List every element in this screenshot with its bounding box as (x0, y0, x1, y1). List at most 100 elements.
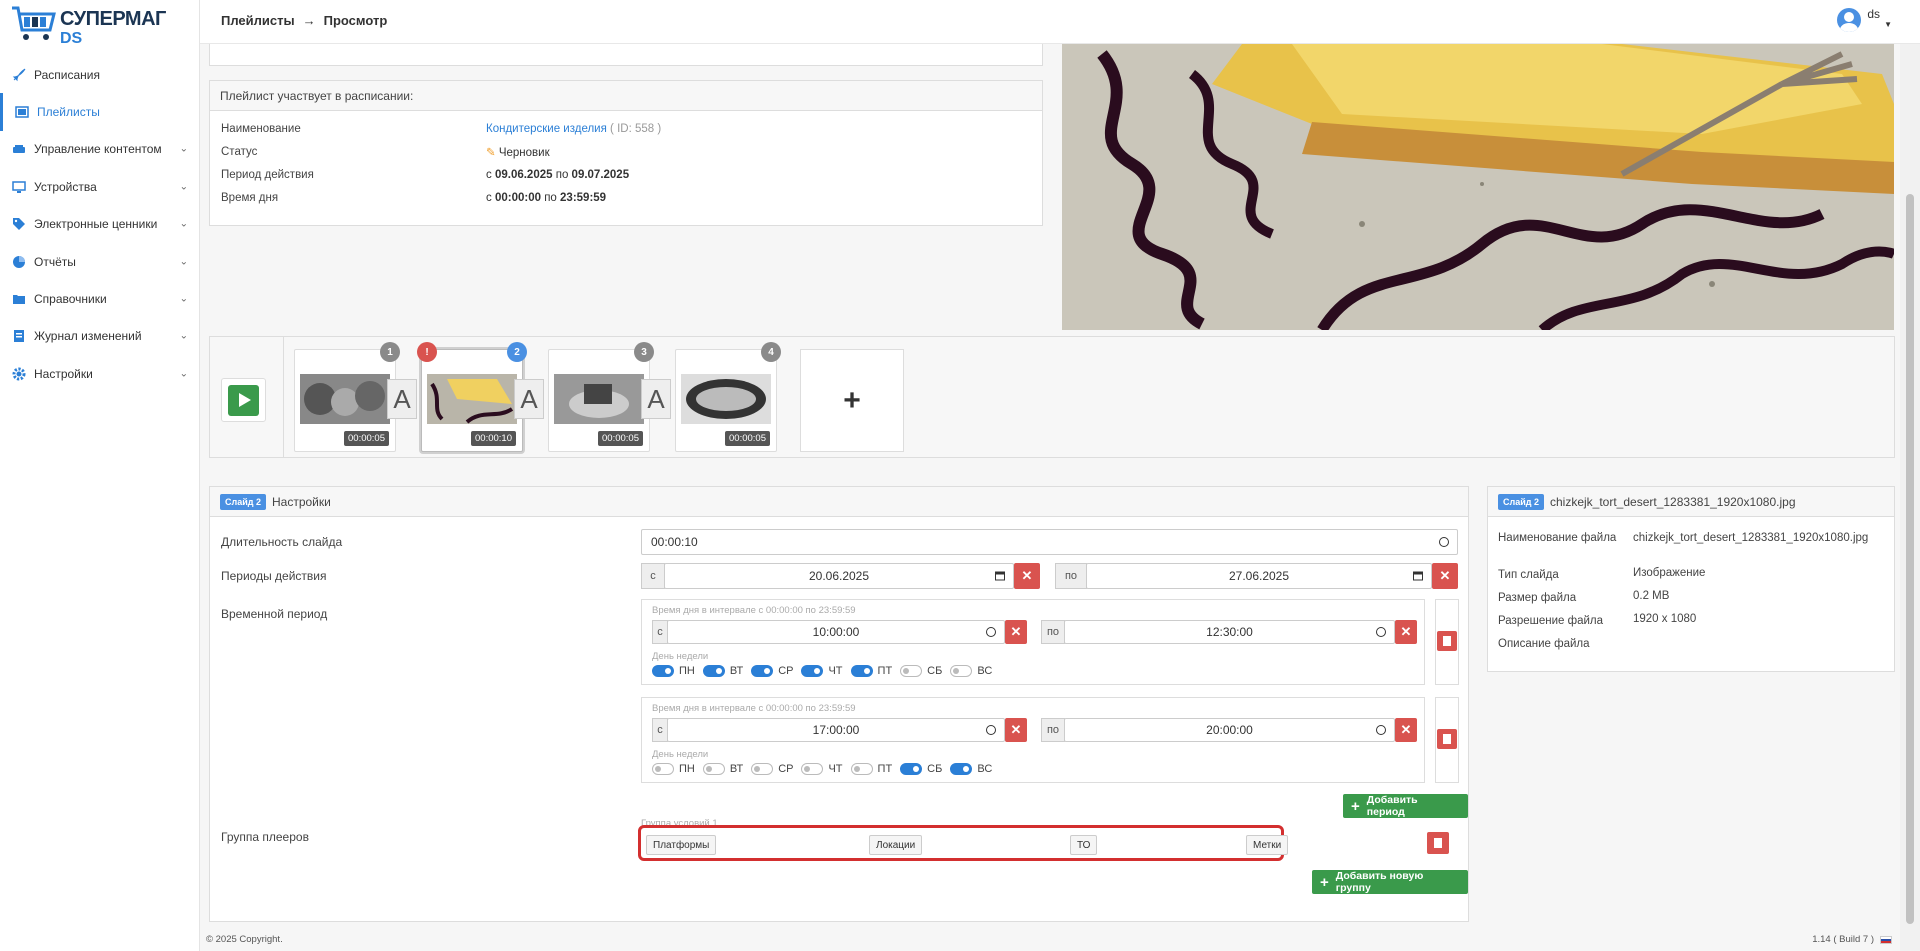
sidebar-item-schedules[interactable]: Расписания (0, 56, 200, 93)
toggle-switch[interactable] (900, 665, 923, 677)
toggle-switch[interactable] (801, 665, 824, 677)
time-to-input[interactable]: 20:00:00 (1064, 718, 1395, 742)
time-to-value: 12:30:00 (1206, 625, 1253, 639)
time-from-addon: с (652, 718, 668, 742)
transition-icon[interactable]: A (387, 379, 417, 419)
sidebar-item-price-tags[interactable]: Электронные ценники ⌄ (0, 206, 200, 243)
chip-platforms[interactable]: Платформы (646, 835, 717, 855)
scrollbar[interactable] (1900, 44, 1920, 951)
calendar-icon[interactable] (1413, 571, 1423, 581)
sidebar-item-devices[interactable]: Устройства ⌄ (0, 168, 200, 205)
toggle-switch[interactable] (702, 763, 725, 775)
toggle-switch[interactable] (900, 763, 923, 775)
clear-time-from-button[interactable]: ✕ (1005, 718, 1027, 742)
breadcrumb-playlists[interactable]: Плейлисты (221, 13, 295, 28)
time-from: 00:00:00 (494, 191, 541, 204)
sidebar-item-playlists[interactable]: Плейлисты (0, 93, 200, 131)
transition-icon[interactable]: A (514, 379, 544, 419)
time-to-addon: по (1041, 620, 1065, 644)
add-period-label: Добавить период (1366, 794, 1418, 818)
arrow-right-icon: → (302, 13, 316, 28)
app-logo[interactable]: СУПЕРМАГ DS (10, 4, 166, 47)
chevron-down-icon: ⌄ (179, 368, 188, 380)
sidebar-item-changelog[interactable]: Журнал изменений ⌄ (0, 318, 200, 355)
slide-thumb-3[interactable]: 00:00:05 3 (548, 342, 654, 452)
delete-period-button[interactable] (1437, 729, 1457, 749)
rocket-icon (12, 68, 26, 81)
day-toggle-thu[interactable]: ЧТ (801, 665, 843, 677)
sidebar-nav: Расписания Плейлисты Управление контенто… (0, 56, 200, 393)
sidebar-item-settings[interactable]: Настройки ⌄ (0, 355, 200, 392)
time-from-prefix: с (486, 191, 492, 204)
day-toggle-sun[interactable]: ВС (950, 763, 992, 775)
toggle-switch[interactable] (950, 665, 973, 677)
toggle-switch[interactable] (652, 665, 674, 677)
logo-subtitle: DS (60, 30, 83, 47)
toggle-switch[interactable] (850, 665, 873, 677)
day-toggle-fri[interactable]: ПТ (850, 763, 893, 775)
add-group-button[interactable]: + Добавить новую группу (1312, 870, 1468, 894)
clear-date-from-button[interactable]: ✕ (1014, 563, 1040, 589)
toggle-switch[interactable] (950, 763, 973, 775)
chip-locations[interactable]: Локации (869, 835, 923, 855)
day-toggle-thu[interactable]: ЧТ (801, 763, 843, 775)
transition-icon[interactable]: A (641, 379, 671, 419)
play-button[interactable] (221, 378, 266, 422)
slide-thumb-1[interactable]: 00:00:05 1 (294, 342, 400, 452)
date-to-input[interactable]: 27.06.2025 (1086, 563, 1432, 589)
toggle-switch[interactable] (751, 763, 774, 775)
schedule-name-link[interactable]: Кондитерские изделия (486, 123, 607, 135)
sidebar-item-reports[interactable]: Отчёты ⌄ (0, 243, 200, 280)
schedule-name-label: Наименование (221, 122, 301, 135)
language-flag-icon[interactable] (1880, 936, 1892, 944)
chip-to[interactable]: ТО (1070, 835, 1098, 855)
day-toggle-tue[interactable]: ВТ (702, 665, 743, 677)
day-label: СБ (927, 665, 943, 677)
add-slide-button[interactable]: + (800, 349, 904, 452)
clear-time-from-button[interactable]: ✕ (1005, 620, 1027, 644)
scrollbar-thumb[interactable] (1906, 194, 1914, 924)
day-toggle-sat[interactable]: СБ (900, 665, 942, 677)
date-from-input[interactable]: 20.06.2025 (664, 563, 1014, 589)
time-from-input[interactable]: 17:00:00 (667, 718, 1005, 742)
day-toggle-sun[interactable]: ВС (950, 665, 992, 677)
user-menu[interactable]: ds ▼ (1837, 7, 1892, 32)
time-from-input[interactable]: 10:00:00 (667, 620, 1005, 644)
day-toggle-sat[interactable]: СБ (900, 763, 942, 775)
toggle-switch[interactable] (652, 763, 674, 775)
clear-time-to-button[interactable]: ✕ (1395, 620, 1417, 644)
toggle-switch[interactable] (751, 665, 774, 677)
toggle-switch[interactable] (702, 665, 725, 677)
slide-type-label: Тип слайда (1498, 569, 1559, 581)
chevron-down-icon: ⌄ (179, 218, 188, 230)
toggle-switch[interactable] (850, 763, 873, 775)
time-to-input[interactable]: 12:30:00 (1064, 620, 1395, 644)
day-toggle-fri[interactable]: ПТ (850, 665, 892, 677)
time-period-hint: Время дня в интервале с 00:00:00 по 23:5… (652, 605, 856, 616)
delete-group-button[interactable] (1427, 832, 1449, 854)
calendar-icon[interactable] (995, 571, 1005, 581)
add-period-button[interactable]: + Добавить период (1343, 794, 1468, 818)
clear-time-to-button[interactable]: ✕ (1395, 718, 1417, 742)
clear-date-to-button[interactable]: ✕ (1432, 563, 1458, 589)
day-toggle-tue[interactable]: ВТ (702, 763, 743, 775)
sidebar-item-content[interactable]: Управление контентом ⌄ (0, 131, 200, 168)
file-info-header: Слайд 2 chizkejk_tort_desert_1283381_192… (1488, 487, 1894, 517)
day-toggle-wed[interactable]: СР (751, 665, 793, 677)
slide-thumbnail (681, 374, 771, 424)
day-toggle-wed[interactable]: СР (751, 763, 793, 775)
day-toggle-mon[interactable]: ПН (652, 665, 695, 677)
slide-number-badge: 2 (507, 342, 527, 362)
day-label: СР (778, 665, 794, 677)
delete-period-button[interactable] (1437, 631, 1457, 651)
slide-thumb-4[interactable]: 00:00:05 4 (675, 342, 781, 452)
day-toggle-mon[interactable]: ПН (652, 763, 695, 775)
slide-thumb-2[interactable]: 00:00:10 2 ! (417, 342, 527, 452)
sidebar-item-directories[interactable]: Справочники ⌄ (0, 280, 200, 317)
toggle-switch[interactable] (801, 763, 824, 775)
chip-labels[interactable]: Метки (1246, 835, 1289, 855)
duration-input[interactable]: 00:00:10 (641, 529, 1458, 555)
time-from-addon: с (652, 620, 668, 644)
slide-strip: 00:00:05 1 A 00:00:10 2 ! A 00:00:05 3 A… (209, 336, 1895, 458)
day-label: ПТ (877, 763, 893, 775)
